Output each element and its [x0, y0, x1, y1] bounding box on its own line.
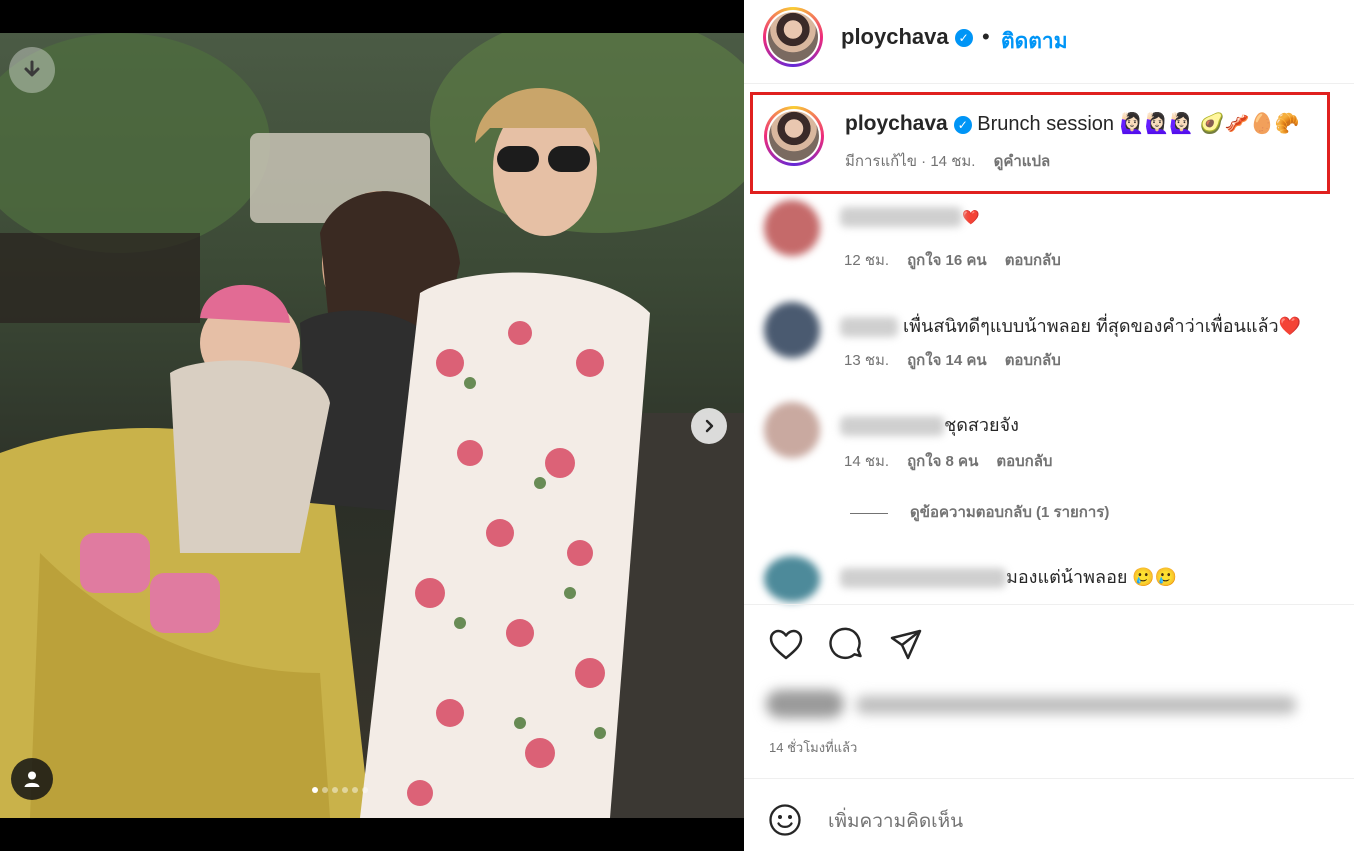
caption-line: ploychava ✓ Brunch session 🙋🏻‍♀️🙋🏻‍♀️🙋🏻‍♀…	[845, 111, 1299, 136]
commenter-avatar[interactable]	[764, 302, 820, 358]
caption-text: Brunch session 🙋🏻‍♀️🙋🏻‍♀️🙋🏻‍♀️ 🥑🥓🥚🥐	[977, 113, 1300, 135]
comment-meta: 14 ชม. ถูกใจ 8 คน ตอบกลับ	[844, 449, 1052, 473]
caption-meta: มีการแก้ไข · 14 ชม. ดูคำแปล	[845, 149, 1050, 173]
comment-time: 13 ชม.	[844, 352, 890, 369]
comment-text: ชุดสวยจัง	[944, 415, 1019, 435]
download-icon[interactable]	[9, 47, 55, 93]
comment-time: 12 ชม.	[844, 252, 890, 269]
user-icon	[24, 771, 40, 787]
media-dot	[332, 787, 338, 793]
caption-time: 14 ชม.	[930, 153, 976, 170]
comment-likes[interactable]: ถูกใจ 8 คน	[907, 453, 978, 470]
verified-badge-icon: ✓	[953, 115, 972, 134]
chevron-right-icon	[705, 419, 714, 433]
caption-highlight-box	[750, 92, 1330, 194]
comment-meta: 13 ชม. ถูกใจ 14 คน ตอบกลับ	[844, 348, 1061, 372]
comment-likes[interactable]: ถูกใจ 14 คน	[907, 352, 987, 369]
caption-author-avatar[interactable]	[764, 106, 824, 166]
media-dot	[342, 787, 348, 793]
post-actions-bar	[744, 604, 1354, 684]
commenter-username[interactable]	[840, 207, 962, 228]
liked-by-summary-blurred	[766, 686, 1296, 722]
caption-username[interactable]: ploychava	[845, 112, 948, 135]
commenter-avatar[interactable]	[764, 402, 820, 458]
media-dot	[312, 787, 318, 793]
comment-text-row: เพื่นสนิทดีๆแบบน้าพลอย ที่สุดของคำว่าเพื…	[840, 311, 1301, 340]
post-time-ago: 14 ชั่วโมงที่แล้ว	[769, 740, 858, 755]
caption-meta-separator: ·	[921, 153, 927, 170]
commenter-username[interactable]	[840, 416, 944, 437]
emoji-icon[interactable]	[768, 803, 802, 837]
header-separator: •	[982, 24, 990, 49]
commenter-avatar[interactable]	[764, 556, 820, 602]
share-icon[interactable]	[888, 627, 924, 663]
reply-button[interactable]: ตอบกลับ	[996, 453, 1052, 470]
comment-meta: 12 ชม. ถูกใจ 16 คน ตอบกลับ	[844, 248, 1061, 272]
tagged-users-button[interactable]	[11, 758, 53, 800]
instagram-post-view: ploychava ✓ • ติดตาม ploychava ✓ Brunch se…	[0, 0, 1354, 851]
media-dot	[322, 787, 328, 793]
post-header: ploychava ✓ • ติดตาม	[744, 0, 1354, 84]
comment-icon[interactable]	[829, 627, 865, 663]
comment-time: 14 ชม.	[844, 453, 890, 470]
verified-badge-icon: ✓	[954, 29, 973, 48]
commenter-avatar[interactable]	[764, 200, 820, 256]
photo-illustration	[0, 33, 744, 818]
comment-likes[interactable]: ถูกใจ 16 คน	[907, 252, 987, 269]
media-dot	[362, 787, 368, 793]
follow-button[interactable]: ติดตาม	[1001, 25, 1068, 58]
view-replies-link[interactable]: ดูข้อความตอบกลับ (1 รายการ)	[850, 500, 1109, 524]
comment-text: เพื่นสนิทดีๆแบบน้าพลอย ที่สุดของคำว่าเพื…	[903, 316, 1302, 336]
add-comment-bar	[744, 778, 1354, 851]
reply-button[interactable]: ตอบกลับ	[1005, 252, 1061, 269]
reply-button[interactable]: ตอบกลับ	[1005, 352, 1061, 369]
post-photo[interactable]	[0, 33, 744, 818]
comment-text-row: ชุดสวยจัง	[840, 410, 1019, 439]
author-avatar[interactable]	[763, 7, 823, 67]
comment-text-row: มองแต่น้าพลอย 🥲🥲	[840, 562, 1177, 591]
author-username-row: ploychava ✓	[841, 24, 973, 50]
post-media	[0, 0, 744, 851]
comment-text: มองแต่น้าพลอย 🥲🥲	[1006, 567, 1178, 587]
comment-text: ❤️	[962, 209, 980, 225]
commenter-username[interactable]	[840, 568, 1006, 589]
media-dot	[352, 787, 358, 793]
post-side-panel: ploychava ✓ • ติดตาม ploychava ✓ Brunch se…	[744, 0, 1354, 851]
edited-label: มีการแก้ไข	[845, 153, 917, 170]
commenter-username[interactable]	[840, 317, 898, 338]
heart-icon[interactable]	[768, 627, 804, 663]
comment-text-row: ❤️	[840, 206, 980, 228]
see-translation-link[interactable]: ดูคำแปล	[994, 153, 1051, 170]
author-username[interactable]: ploychava	[841, 24, 949, 49]
next-media-button[interactable]	[691, 408, 727, 444]
media-pagination-dots	[312, 787, 368, 793]
add-comment-input[interactable]	[828, 807, 1308, 837]
